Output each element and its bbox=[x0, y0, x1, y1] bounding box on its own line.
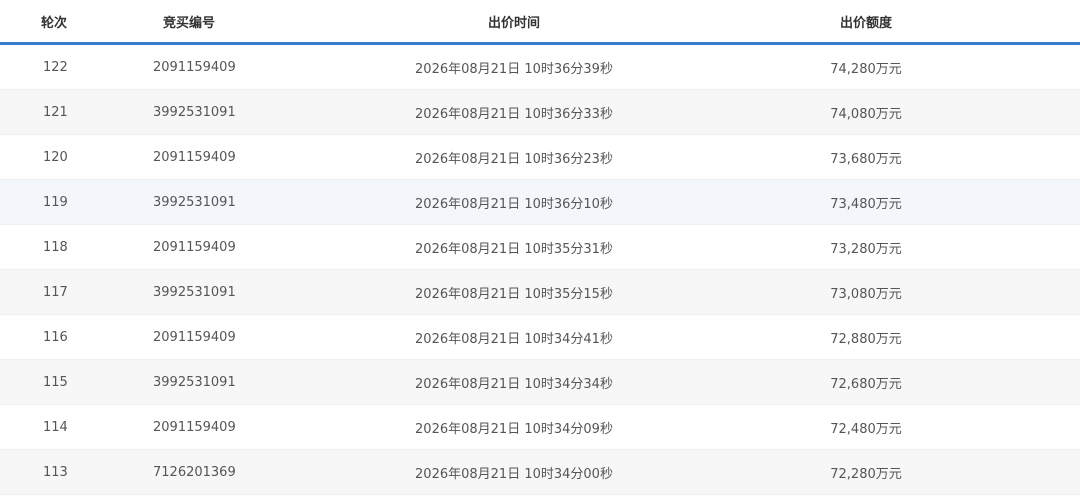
table-row: 119 3992531091 2026年08月21日 10时36分10秒 73,… bbox=[0, 179, 1080, 225]
table-row: 120 2091159409 2026年08月21日 10时36分23秒 73,… bbox=[0, 134, 1080, 180]
cell-round: 119 bbox=[0, 179, 106, 225]
table-row: 122 2091159409 2026年08月21日 10时36分39秒 74,… bbox=[0, 43, 1080, 90]
table-row: 113 7126201369 2026年08月21日 10时34分00秒 72,… bbox=[0, 449, 1080, 495]
cell-bidder-id: 3992531091 bbox=[106, 269, 376, 315]
cell-round: 121 bbox=[0, 89, 106, 135]
cell-bidder-id: 2091159409 bbox=[106, 134, 376, 180]
cell-bid-time: 2026年08月21日 10时34分09秒 bbox=[376, 404, 652, 450]
cell-bidder-id: 3992531091 bbox=[106, 359, 376, 405]
cell-bid-time: 2026年08月21日 10时35分15秒 bbox=[376, 269, 652, 315]
cell-bid-amount: 73,280万元 bbox=[652, 224, 1080, 270]
cell-bid-amount: 73,680万元 bbox=[652, 134, 1080, 180]
cell-round: 120 bbox=[0, 134, 106, 180]
cell-bid-time: 2026年08月21日 10时36分10秒 bbox=[376, 179, 652, 225]
cell-bidder-id: 3992531091 bbox=[106, 89, 376, 135]
cell-bid-time: 2026年08月21日 10时36分23秒 bbox=[376, 134, 652, 180]
cell-round: 114 bbox=[0, 404, 106, 450]
cell-round: 117 bbox=[0, 269, 106, 315]
header-row: 轮次 竞买编号 出价时间 出价额度 bbox=[0, 0, 1080, 45]
cell-round: 118 bbox=[0, 224, 106, 270]
table-row: 121 3992531091 2026年08月21日 10时36分33秒 74,… bbox=[0, 89, 1080, 135]
header-bidder-id: 竞买编号 bbox=[106, 0, 376, 45]
cell-bid-amount: 74,080万元 bbox=[652, 89, 1080, 135]
table-row: 118 2091159409 2026年08月21日 10时35分31秒 73,… bbox=[0, 224, 1080, 270]
cell-bid-time: 2026年08月21日 10时36分33秒 bbox=[376, 89, 652, 135]
table-row: 114 2091159409 2026年08月21日 10时34分09秒 72,… bbox=[0, 404, 1080, 450]
cell-bidder-id: 2091159409 bbox=[106, 404, 376, 450]
cell-round: 116 bbox=[0, 314, 106, 360]
header-round: 轮次 bbox=[0, 0, 106, 45]
cell-bid-time: 2026年08月21日 10时35分31秒 bbox=[376, 224, 652, 270]
bid-history-table: 轮次 竞买编号 出价时间 出价额度 122 2091159409 2026年08… bbox=[0, 0, 1080, 495]
cell-bid-time: 2026年08月21日 10时34分41秒 bbox=[376, 314, 652, 360]
cell-bid-amount: 72,680万元 bbox=[652, 359, 1080, 405]
table-row: 116 2091159409 2026年08月21日 10时34分41秒 72,… bbox=[0, 314, 1080, 360]
cell-bidder-id: 2091159409 bbox=[106, 224, 376, 270]
table-row: 115 3992531091 2026年08月21日 10时34分34秒 72,… bbox=[0, 359, 1080, 405]
cell-bid-amount: 73,080万元 bbox=[652, 269, 1080, 315]
cell-bid-amount: 73,480万元 bbox=[652, 179, 1080, 225]
cell-bid-time: 2026年08月21日 10时34分00秒 bbox=[376, 449, 652, 495]
cell-bidder-id: 7126201369 bbox=[106, 449, 376, 495]
header-bid-time: 出价时间 bbox=[376, 0, 652, 45]
table-header: 轮次 竞买编号 出价时间 出价额度 bbox=[0, 0, 1080, 45]
table-row: 117 3992531091 2026年08月21日 10时35分15秒 73,… bbox=[0, 269, 1080, 315]
cell-bid-amount: 72,480万元 bbox=[652, 404, 1080, 450]
cell-bidder-id: 2091159409 bbox=[106, 43, 376, 90]
cell-round: 122 bbox=[0, 43, 106, 90]
cell-bid-time: 2026年08月21日 10时34分34秒 bbox=[376, 359, 652, 405]
cell-bid-amount: 72,880万元 bbox=[652, 314, 1080, 360]
cell-bidder-id: 2091159409 bbox=[106, 314, 376, 360]
cell-bid-time: 2026年08月21日 10时36分39秒 bbox=[376, 43, 652, 90]
cell-bidder-id: 3992531091 bbox=[106, 179, 376, 225]
header-bid-amount: 出价额度 bbox=[652, 0, 1080, 45]
table-body: 122 2091159409 2026年08月21日 10时36分39秒 74,… bbox=[0, 43, 1080, 495]
cell-round: 115 bbox=[0, 359, 106, 405]
cell-round: 113 bbox=[0, 449, 106, 495]
cell-bid-amount: 72,280万元 bbox=[652, 449, 1080, 495]
cell-bid-amount: 74,280万元 bbox=[652, 43, 1080, 90]
